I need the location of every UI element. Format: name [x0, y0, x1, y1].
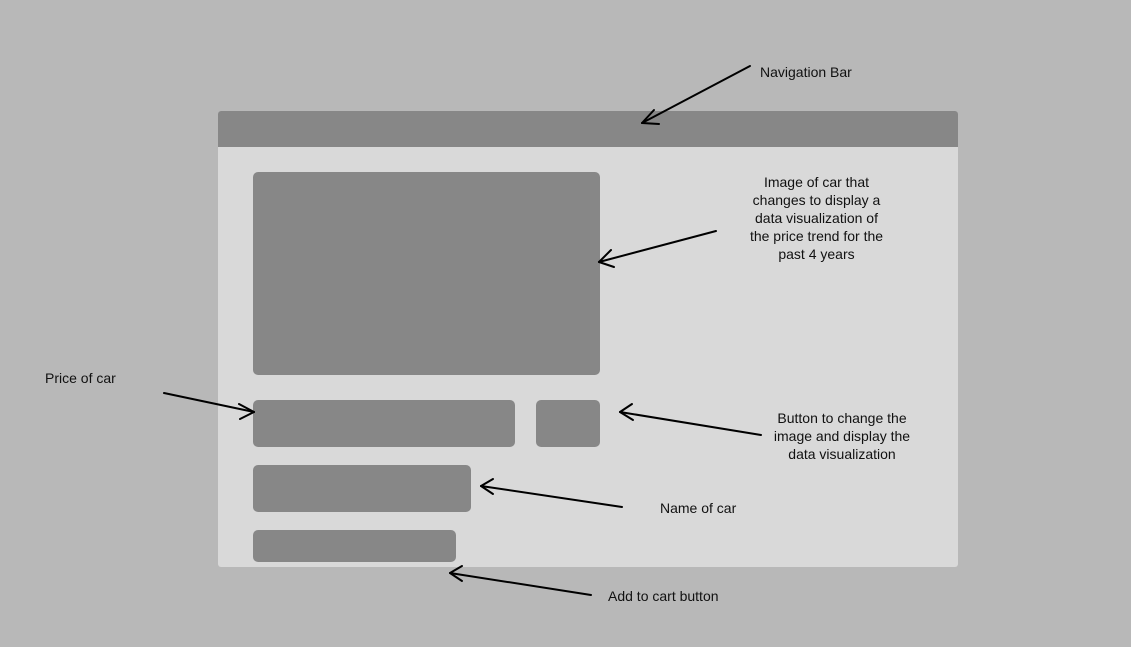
car-name-annotation: Name of car: [660, 500, 737, 516]
car-image-annotation-line: Image of car that: [763, 174, 870, 190]
car-image-annotation-line: changes to display a: [752, 192, 881, 208]
car-image-annotation-line: past 4 years: [778, 246, 855, 262]
add-to-cart-arrow: [449, 565, 592, 596]
car-image-annotation-line: data visualization of: [755, 210, 878, 226]
car-image-annotation: Image of car that changes to display a d…: [724, 173, 909, 263]
add-to-cart-annotation: Add to cart button: [608, 588, 719, 604]
visualization-toggle-button[interactable]: [536, 400, 600, 447]
toggle-button-annotation-line: Button to change the: [777, 410, 907, 426]
toggle-button-annotation-line: image and display the: [773, 428, 911, 444]
car-image-placeholder: [253, 172, 600, 375]
toggle-button-annotation-line: data visualization: [788, 446, 896, 462]
price-annotation: Price of car: [45, 370, 116, 386]
navigation-bar-annotation: Navigation Bar: [760, 64, 852, 80]
car-name-placeholder: [253, 465, 471, 512]
add-to-cart-button[interactable]: [253, 530, 456, 562]
navigation-bar[interactable]: [218, 111, 958, 147]
car-image-annotation-line: the price trend for the: [749, 228, 884, 244]
car-price-placeholder: [253, 400, 515, 447]
toggle-button-annotation: Button to change the image and display t…: [760, 409, 924, 463]
